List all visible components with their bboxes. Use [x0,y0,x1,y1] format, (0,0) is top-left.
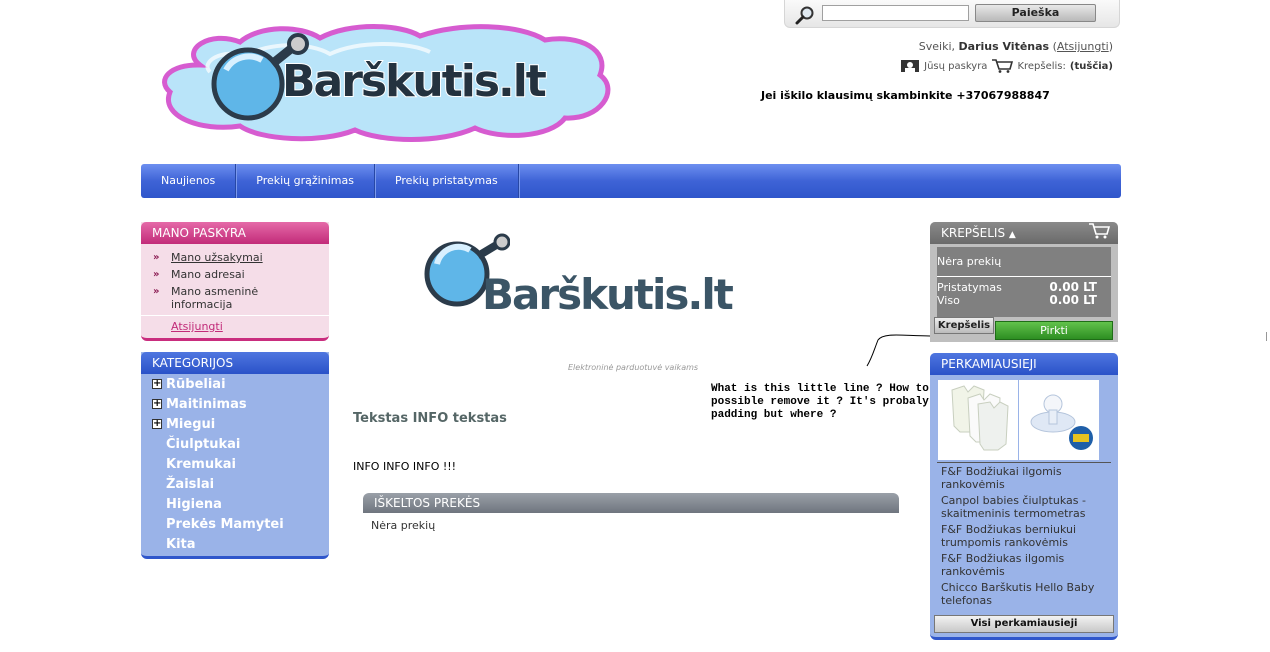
expand-icon[interactable]: + [152,419,162,429]
bestsellers-list: F&F Bodžiukai ilgomis rankovėmis Canpol … [941,465,1111,610]
product-image[interactable] [1019,380,1099,460]
account-panel-title: MANO PASKYRA [141,222,329,244]
category-label: Kremukai [166,456,236,472]
category-label: Čiulptukai [166,436,241,452]
category-label: Rūbeliai [166,376,226,392]
bodysuit-image [951,385,1009,451]
cart-button[interactable]: Krepšelis [934,317,994,334]
bestsellers-title: PERKAMIAUSIEJI [930,353,1118,375]
featured-header: IŠKELTOS PREKĖS [363,493,899,513]
cart-icon [992,59,1014,73]
buy-button[interactable]: Pirkti [995,321,1113,340]
phone-notice: Jei iškilo klausimų skambinkite +3706798… [761,89,1050,102]
category-item[interactable]: Žaislai [141,474,329,494]
info-title: Tekstas INFO tekstas [353,411,507,426]
shipping-label: Pristatymas [937,281,1002,294]
account-item-label: Mano asmeninė informacija [171,285,259,311]
user-name: Darius Vitėnas [958,40,1050,53]
total-label: Viso [937,294,960,307]
total-value: 0.00 LT [1049,293,1097,307]
total-row: Viso 0.00 LT [937,293,1111,308]
nav-item-returns[interactable]: Prekių grąžinimas [236,164,375,198]
nav-item-news[interactable]: Naujienos [141,164,237,198]
caret-up-icon: ▲ [1008,230,1016,240]
cart-title: KREPŠELIS [941,226,1006,240]
cart-empty-text: Nėra prekių [937,255,1002,268]
annotation-line [866,334,931,367]
category-label: Prekės Mamytei [166,516,284,532]
account-item-label: Mano adresai [171,268,245,281]
cart-status: (tuščia) [1069,60,1113,72]
slogan: Elektroninė parduotuvė vaikams [568,363,699,372]
logout-link[interactable]: Atsijungti [1057,40,1109,53]
product-image[interactable] [938,380,1018,460]
featured-empty-text: Nėra prekių [371,519,436,532]
category-label: Žaislai [166,476,215,492]
cart-icon [1089,223,1110,239]
category-item[interactable]: + Rūbeliai [141,374,329,394]
account-panel: MANO PASKYRA » Mano užsakymai » Mano adres… [141,222,329,341]
logo-text: Barškutis.lt [281,55,548,108]
search-input[interactable] [822,5,969,21]
pacifier-thermometer-image [1030,394,1093,450]
all-bestsellers-button[interactable]: Visi perkamiausieji [934,615,1114,633]
category-item[interactable]: Higiena [141,494,329,514]
bestseller-link[interactable]: F&F Bodžiukai ilgomis rankovėmis [941,465,1111,491]
main-nav: Naujienos Prekių grąžinimas Prekių prist… [141,164,1121,198]
bestseller-link[interactable]: F&F Bodžiukas ilgomis rankovėmis [941,552,1111,578]
search-icon[interactable] [795,5,815,25]
category-label: Higiena [166,496,222,512]
category-item[interactable]: Čiulptukai [141,434,329,454]
expand-icon[interactable]: + [152,399,162,409]
scrollbar-marker: | [1265,332,1269,342]
search-button[interactable]: Paieška [975,4,1096,22]
user-greeting: Sveiki, Darius Vitėnas (Atsijungti) [918,40,1113,53]
nav-item-delivery[interactable]: Prekių pristatymas [375,164,519,198]
account-item-personal-info[interactable]: » Mano asmeninė informacija [153,285,329,311]
double-arrow-icon: » [153,252,160,263]
search-bar: Paieška [784,0,1120,28]
cart-summary: Nėra prekių Pristatymas 0.00 LT Viso 0.00 … [937,247,1111,317]
greeting-text: Sveiki, [918,40,956,53]
category-label: Kita [166,536,196,552]
bestseller-link[interactable]: Chicco Barškutis Hello Baby telefonas [941,581,1111,607]
double-arrow-icon: » [153,269,160,280]
panel-logout-link[interactable]: Atsijungti [141,315,329,333]
account-link[interactable]: Jūsų paskyra [924,61,987,72]
category-item[interactable]: Kita [141,534,329,554]
double-arrow-icon: » [153,286,160,297]
cart-panel-header[interactable]: KREPŠELIS ▲ [930,222,1118,244]
categories-title: KATEGORIJOS [141,352,329,374]
category-item[interactable]: + Miegui [141,414,329,434]
main-logo-text: Barškutis.lt [482,270,734,319]
category-label: Maitinimas [166,396,247,412]
account-links: Jūsų paskyra Krepšelis: (tuščia) [900,59,1113,73]
bestseller-link[interactable]: F&F Bodžiukas berniukui trumpomis rankov… [941,523,1111,549]
category-item[interactable]: Prekės Mamytei [141,514,329,534]
account-item-label: Mano užsakymai [171,251,263,264]
categories-panel: KATEGORIJOS + Rūbeliai + Maitinimas + Miegu… [141,352,329,559]
category-item[interactable]: + Maitinimas [141,394,329,414]
category-label: Miegui [166,416,216,432]
account-item-orders[interactable]: » Mano užsakymai [153,251,329,264]
account-icon [901,60,920,72]
bestseller-link[interactable]: Canpol babies čiulptukas - skaitmeninis … [941,494,1111,520]
expand-icon[interactable]: + [152,379,162,389]
bestsellers-panel: PERKAMIAUSIEJI F&F Bodžiukai ilgomis ran… [930,353,1118,640]
info-text: INFO INFO INFO !!! [353,460,457,473]
cart-link[interactable]: Krepšelis: [1017,61,1065,72]
category-item[interactable]: Kremukai [141,454,329,474]
account-item-addresses[interactable]: » Mano adresai [153,268,329,281]
annotation-text: What is this little line ? How to possib… [711,383,929,421]
